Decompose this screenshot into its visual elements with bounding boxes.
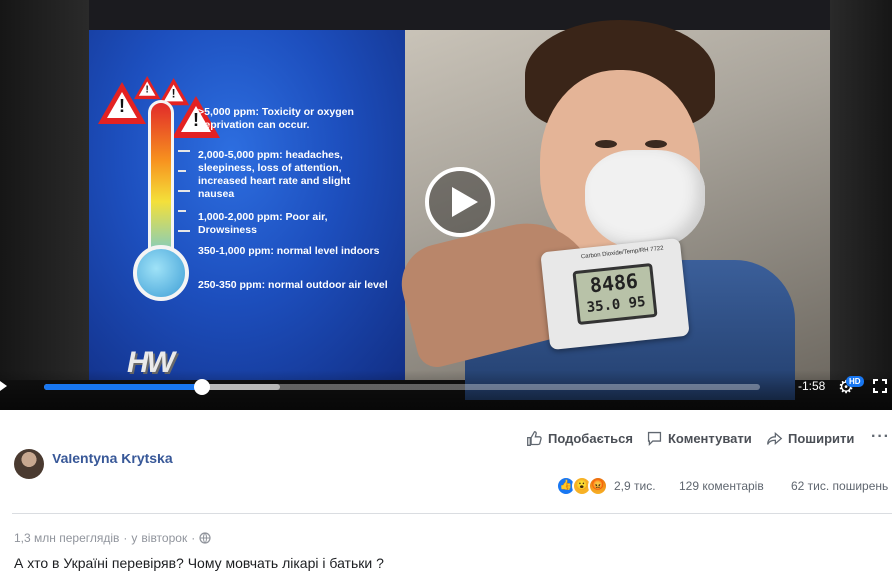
reaction-icons[interactable]: 👍 😮 😡 xyxy=(556,476,610,496)
comment-label: Коментувати xyxy=(668,431,752,446)
like-button[interactable]: Подобається xyxy=(526,430,633,447)
fullscreen-icon[interactable] xyxy=(873,379,887,393)
views-count: 1,3 млн переглядів xyxy=(14,531,120,545)
comment-button[interactable]: Коментувати xyxy=(646,430,752,447)
avatar[interactable] xyxy=(14,449,44,479)
share-arrow-icon xyxy=(767,432,783,445)
meta-separator: · xyxy=(191,531,196,545)
thermometer-tick xyxy=(178,150,190,152)
angry-reaction-icon: 😡 xyxy=(588,476,608,496)
video-letterbox-right xyxy=(830,0,892,380)
author-name[interactable]: Valentyna Krytska xyxy=(52,454,173,468)
meta-separator: · xyxy=(123,531,128,545)
slide-item: 250-350 ppm: normal outdoor air level xyxy=(198,279,388,291)
slide-item: 350-1,000 ppm: normal level indoors xyxy=(198,245,380,257)
device-reading-small: 35.0 95 xyxy=(585,293,647,316)
thermometer-tick xyxy=(178,210,186,212)
comment-icon xyxy=(647,431,662,446)
slide-item: 2,000-5,000 ppm: headaches, sleepiness, … xyxy=(198,149,351,200)
seek-handle[interactable] xyxy=(193,379,210,395)
person-eye xyxy=(645,140,667,148)
share-label: Поширити xyxy=(788,431,855,446)
time-remaining: -1:58 xyxy=(798,379,826,393)
shares-count[interactable]: 62 тис. поширень xyxy=(791,479,888,493)
thumbs-up-icon xyxy=(527,431,542,446)
thermometer-tick xyxy=(178,230,190,232)
video-controls xyxy=(0,370,892,410)
slide-item: >5,000 ppm: Toxicity or oxygen deprivati… xyxy=(198,106,354,131)
play-button[interactable] xyxy=(425,167,495,237)
posted-time[interactable]: вівторок xyxy=(141,531,187,545)
co2-meter-device: Carbon Dioxide/Temp/RH 7722 8486 35.0 95 xyxy=(540,237,690,351)
person-eye xyxy=(595,140,617,148)
device-brand: Carbon Dioxide/Temp/RH 7722 xyxy=(580,245,664,261)
post-meta: 1,3 млн переглядів · у вівторок · xyxy=(14,531,211,545)
hd-badge: HD xyxy=(846,376,864,387)
post-caption: А хто в Україні перевіряв? Чому мовчать … xyxy=(14,555,384,571)
play-icon xyxy=(452,187,478,217)
divider xyxy=(12,513,892,514)
face-mask xyxy=(585,150,705,250)
comments-count[interactable]: 129 коментарів xyxy=(679,479,764,493)
slide-item: 1,000-2,000 ppm: Poor air, Drowsiness xyxy=(198,211,328,236)
video-letterbox-left xyxy=(0,0,89,380)
thermometer-bulb xyxy=(133,245,189,301)
play-pause-icon[interactable] xyxy=(0,381,7,391)
seek-bar-progress xyxy=(44,384,202,390)
thermometer-tick xyxy=(178,170,186,172)
posted-prefix: у xyxy=(131,531,138,545)
video-player[interactable]: ! ! ! ! >5,000 ppm: Toxicity or oxygen d… xyxy=(0,0,892,410)
device-screen: 8486 35.0 95 xyxy=(572,262,658,326)
thermometer-tick xyxy=(178,190,190,192)
warning-icon: ! xyxy=(134,76,161,100)
share-button[interactable]: Поширити xyxy=(766,430,854,447)
more-options-icon[interactable]: ··· xyxy=(871,428,890,446)
video-top-band xyxy=(89,0,830,30)
like-label: Подобається xyxy=(548,431,633,446)
globe-icon xyxy=(199,532,211,544)
reactions-count[interactable]: 2,9 тис. xyxy=(614,479,656,493)
device-reading: 8486 xyxy=(588,268,640,298)
